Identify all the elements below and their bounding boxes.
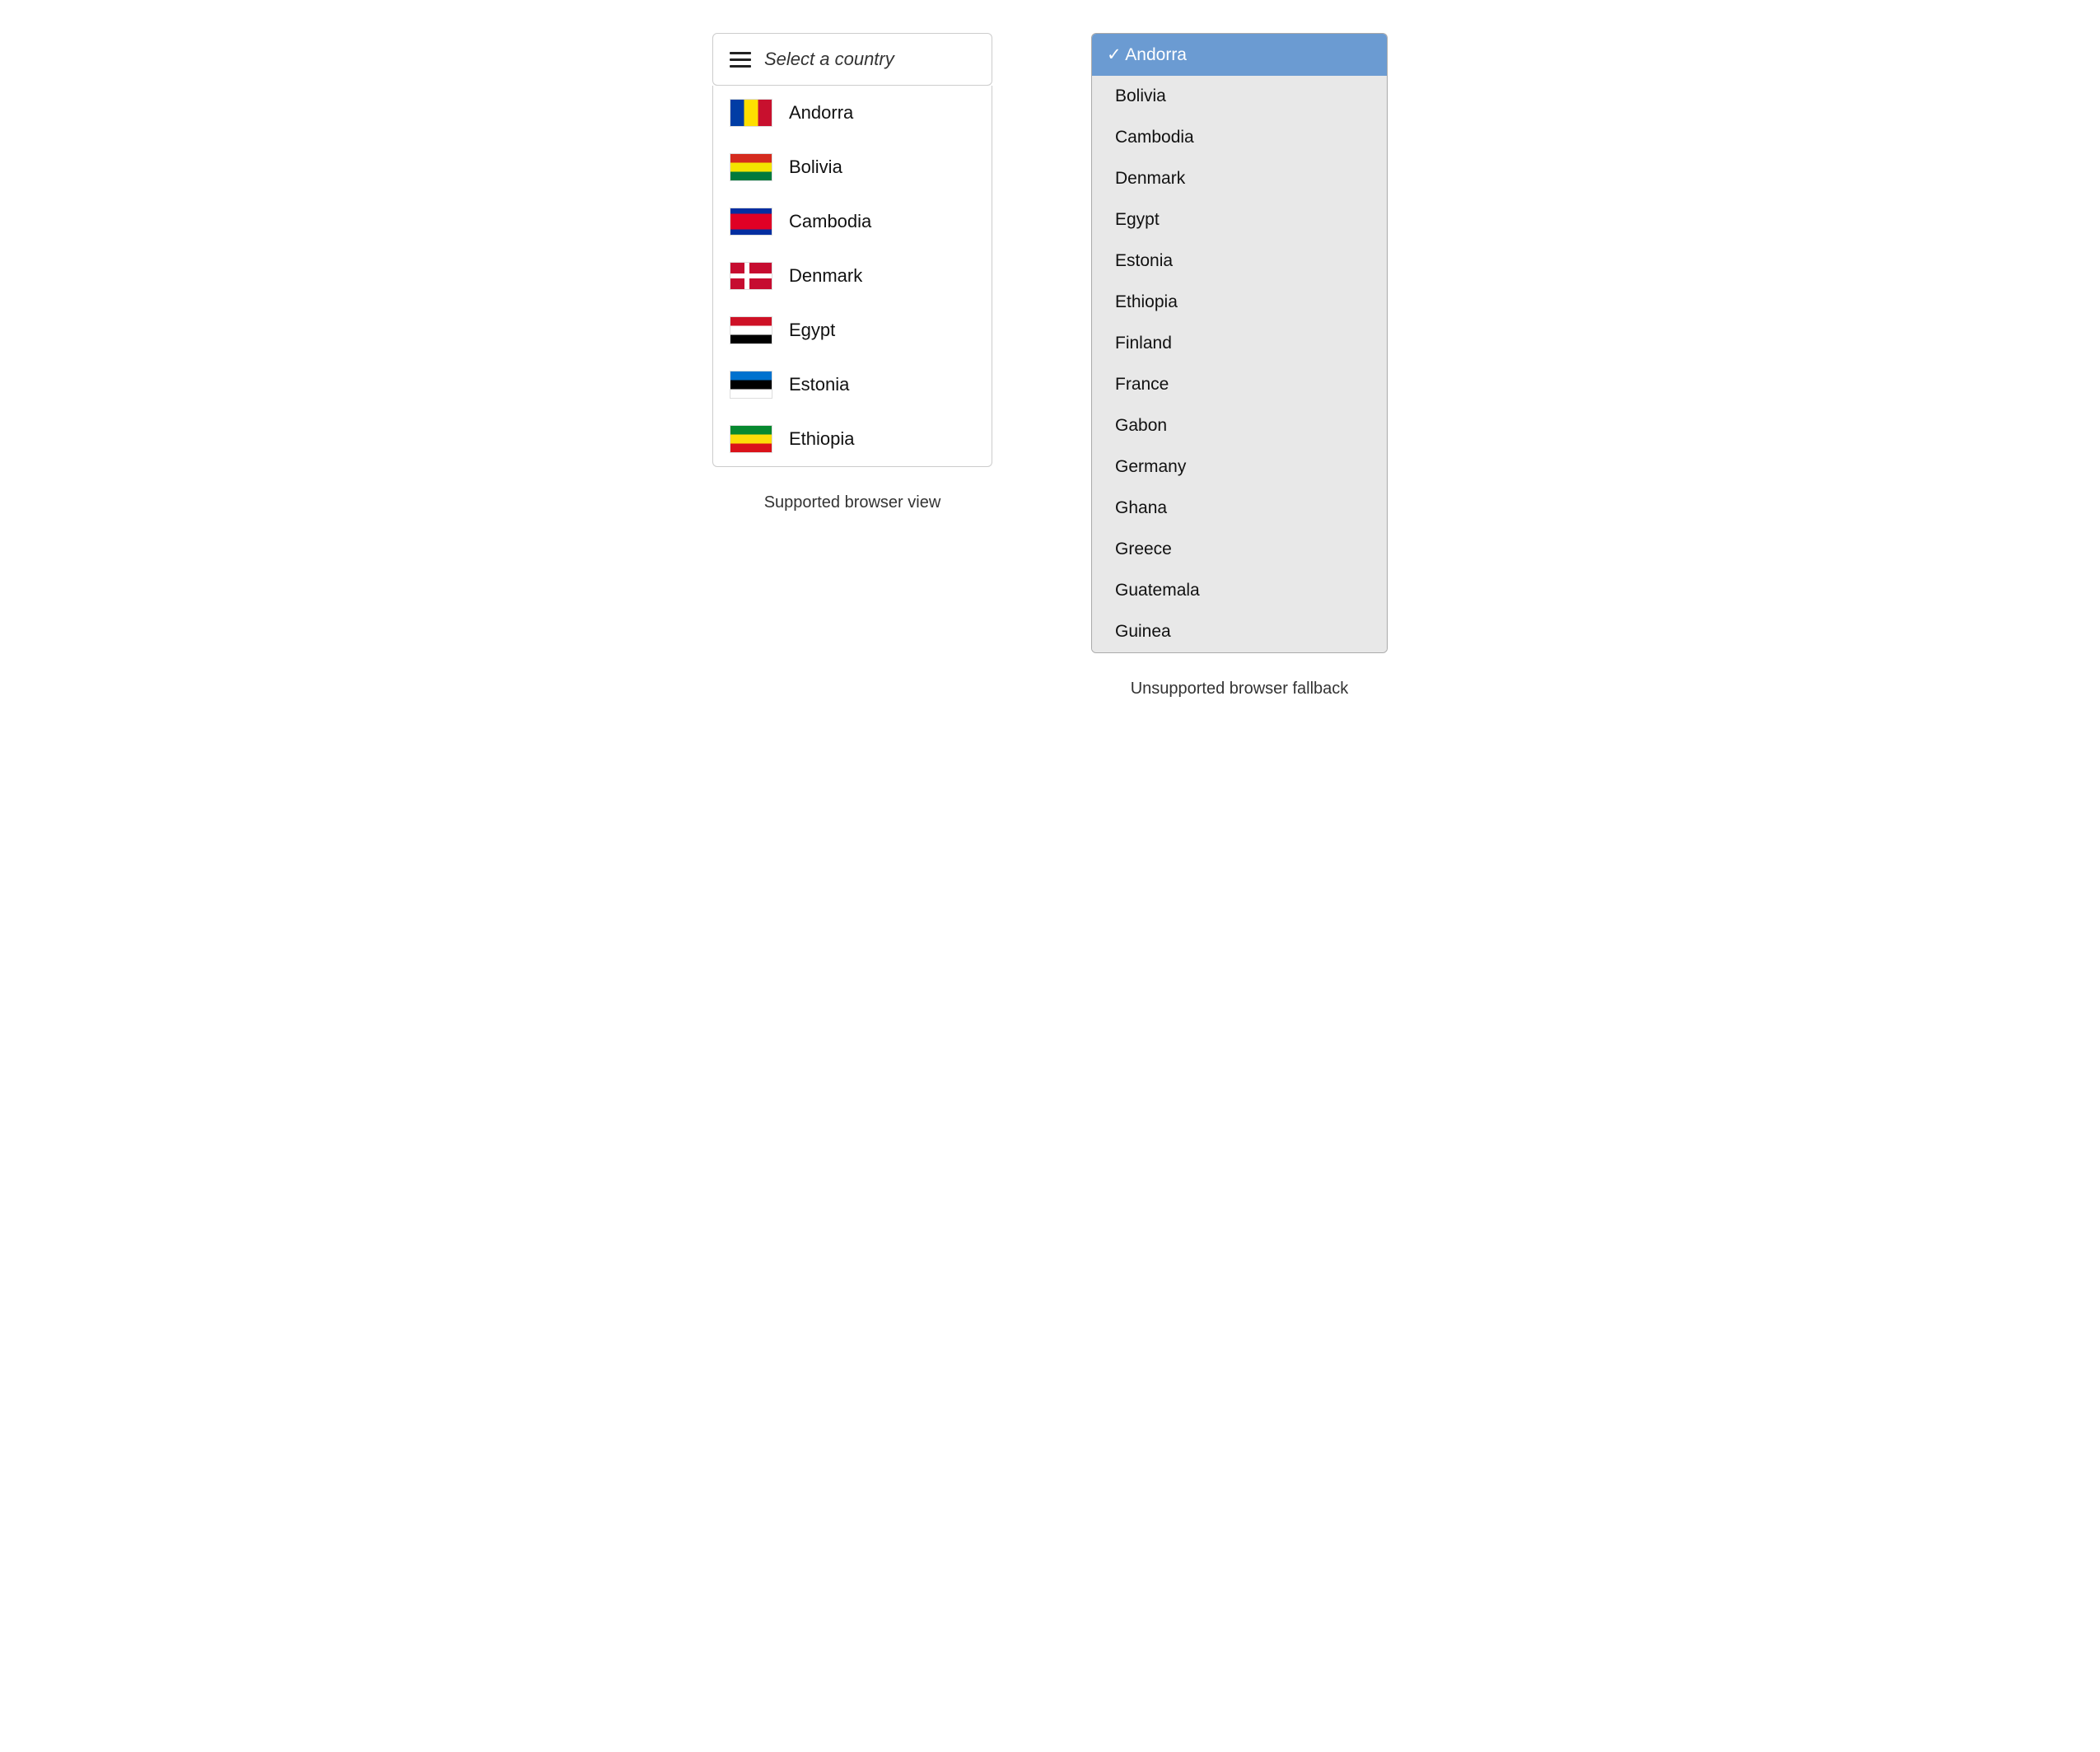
left-panel: Select a country Andorra Bolivia Cambodia D…: [712, 33, 992, 512]
flag-estonia: [730, 371, 772, 399]
trigger-label: Select a country: [764, 49, 894, 70]
flag-cambodia: [730, 208, 772, 236]
list-item[interactable]: Ethiopia: [1092, 282, 1387, 323]
list-item[interactable]: Denmark: [1092, 158, 1387, 199]
native-select[interactable]: AndorraBoliviaCambodiaDenmarkEgyptEstoni…: [1091, 33, 1388, 653]
country-name: Denmark: [789, 265, 862, 287]
page-wrapper: Select a country AndorraBoliviaCambodiaD…: [712, 33, 1388, 698]
left-panel-label: Supported browser view: [764, 493, 941, 512]
flag-denmark: [730, 262, 772, 290]
flag-egypt: [730, 316, 772, 344]
list-item[interactable]: Estonia: [1092, 241, 1387, 282]
list-item[interactable]: Denmark: [713, 249, 992, 303]
custom-dropdown-inner[interactable]: Andorra Bolivia Cambodia Denmark Egypt Estoni…: [713, 86, 992, 466]
custom-dropdown: Andorra Bolivia Cambodia Denmark Egypt Estoni…: [712, 86, 992, 467]
list-item[interactable]: Germany: [1092, 446, 1387, 488]
hamburger-icon: [730, 52, 751, 68]
custom-select-container: Select a country Andorra Bolivia Cambodia D…: [712, 33, 992, 467]
list-item[interactable]: Cambodia: [1092, 117, 1387, 158]
country-name: Ethiopia: [789, 428, 855, 450]
list-item[interactable]: Andorra: [713, 86, 992, 140]
list-item[interactable]: Guinea: [1092, 611, 1387, 652]
flag-bolivia: [730, 153, 772, 181]
right-panel-label: Unsupported browser fallback: [1131, 680, 1349, 698]
list-item[interactable]: Estonia: [713, 357, 992, 412]
list-item[interactable]: Egypt: [1092, 199, 1387, 241]
list-item[interactable]: Gabon: [1092, 405, 1387, 446]
list-item[interactable]: Finland: [1092, 323, 1387, 364]
list-item[interactable]: Ghana: [1092, 488, 1387, 529]
list-item[interactable]: Andorra: [1092, 34, 1387, 76]
country-name: Cambodia: [789, 211, 871, 232]
list-item[interactable]: Ethiopia: [713, 412, 992, 466]
list-item[interactable]: Guatemala: [1092, 570, 1387, 611]
list-item[interactable]: Greece: [1092, 529, 1387, 570]
country-name: Andorra: [789, 102, 853, 124]
country-name: Bolivia: [789, 157, 842, 178]
custom-select-trigger[interactable]: Select a country: [712, 33, 992, 86]
country-name: Egypt: [789, 320, 835, 341]
list-item[interactable]: France: [1092, 364, 1387, 405]
flag-ethiopia: [730, 425, 772, 453]
list-item[interactable]: Bolivia: [1092, 76, 1387, 117]
flag-andorra: [730, 99, 772, 127]
list-item[interactable]: Cambodia: [713, 194, 992, 249]
list-item[interactable]: Bolivia: [713, 140, 992, 194]
right-panel: AndorraBoliviaCambodiaDenmarkEgyptEstoni…: [1091, 33, 1388, 698]
country-name: Estonia: [789, 374, 849, 395]
list-item[interactable]: Egypt: [713, 303, 992, 357]
native-select-container: AndorraBoliviaCambodiaDenmarkEgyptEstoni…: [1091, 33, 1388, 653]
